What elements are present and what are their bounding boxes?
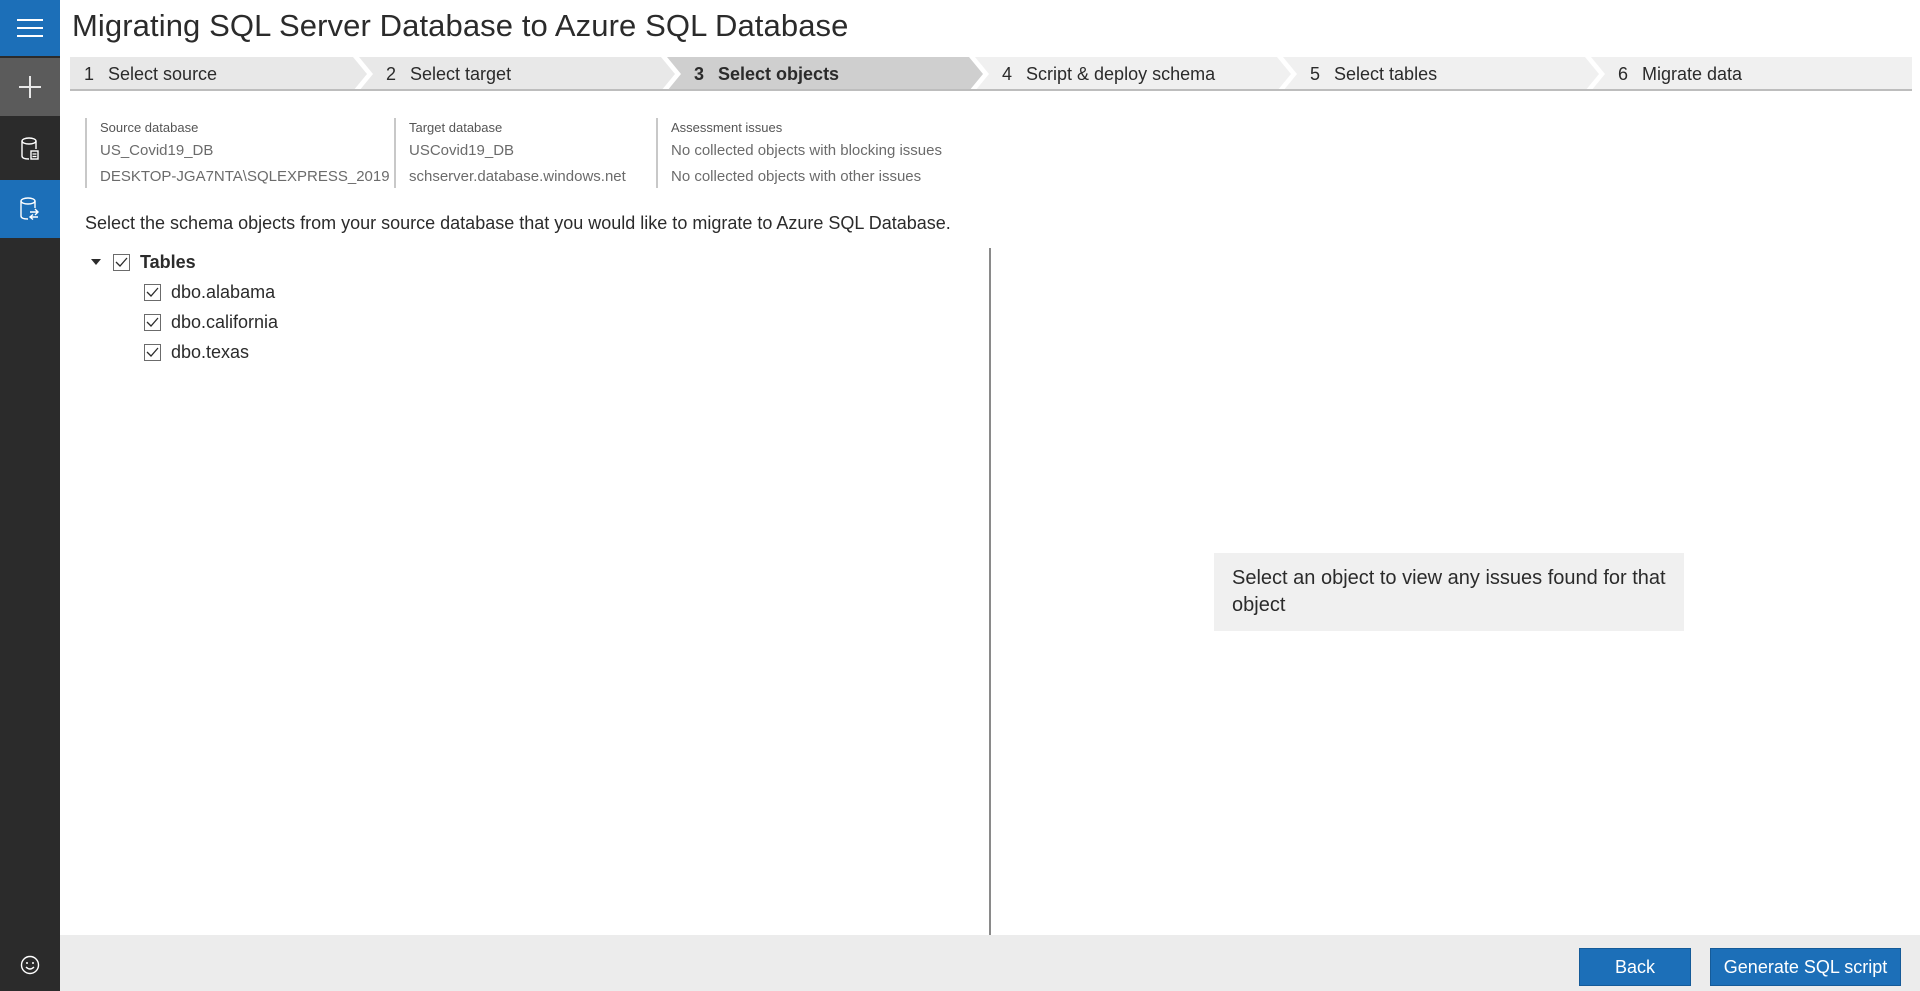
new-project-button[interactable] [0,58,60,116]
menu-icon [17,19,43,37]
target-database-info: Target database USCovid19_DB schserver.d… [394,118,626,188]
tree-item-label[interactable]: dbo.alabama [171,282,275,303]
step-label: Select objects [718,63,840,84]
object-issues-placeholder: Select an object to view any issues foun… [1214,553,1684,631]
tree-item: dbo.alabama [144,279,275,305]
step-number: 1 [84,63,95,84]
step-select-source[interactable]: 1 Select source [84,57,217,91]
assessment-project-button[interactable] [0,120,60,178]
step-number: 6 [1618,63,1629,84]
tree-node-label: Tables [140,251,196,272]
tree-item-label[interactable]: dbo.texas [171,342,249,363]
step-label: Select target [410,63,512,84]
migration-project-button[interactable] [0,180,60,238]
step-label: Migrate data [1642,63,1743,84]
migration-icon [20,197,39,221]
source-database-label: Source database [100,120,199,135]
table-checkbox[interactable] [144,343,161,361]
assessment-issues-label: Assessment issues [671,120,783,135]
tree-item: dbo.texas [144,339,249,365]
source-database-info: Source database US_Covid19_DB DESKTOP-JG… [85,118,390,188]
step-label: Script & deploy schema [1026,63,1216,84]
left-navigation-rail [0,0,60,991]
blocking-issues-text: No collected objects with blocking issue… [671,142,942,159]
tree-node-tables: Tables [89,249,196,275]
table-checkbox[interactable] [144,283,161,301]
source-server-name: DESKTOP-JGA7NTA\SQLEXPRESS_2019 [100,168,390,185]
step-number: 4 [1002,63,1013,84]
feedback-button[interactable] [0,940,60,990]
checkmark-icon [115,257,128,267]
page-title: Migrating SQL Server Database to Azure S… [72,8,849,43]
target-server-name: schserver.database.windows.net [409,168,626,185]
step-label: Select source [108,63,218,84]
step-script-deploy-schema[interactable]: 4 Script & deploy schema [1002,57,1215,91]
target-database-name: USCovid19_DB [409,142,515,159]
step-label: Select tables [1334,63,1438,84]
step-select-objects[interactable]: 3 Select objects [694,57,839,91]
pane-splitter[interactable] [989,248,991,935]
tree-item: dbo.california [144,309,278,335]
database-icon [21,137,39,160]
instruction-text: Select the schema objects from your sour… [85,213,951,233]
target-database-label: Target database [409,120,503,135]
checkmark-icon [146,287,159,297]
table-checkbox[interactable] [144,313,161,331]
step-number: 2 [386,63,397,84]
checkmark-icon [146,317,159,327]
menu-button[interactable] [0,0,60,56]
assessment-issues-info: Assessment issues No collected objects w… [656,118,942,188]
source-database-name: US_Covid19_DB [100,142,214,159]
back-button[interactable]: Back [1579,948,1691,986]
step-number: 5 [1310,63,1321,84]
plus-icon [19,76,41,98]
step-select-tables[interactable]: 5 Select tables [1310,57,1437,91]
expand-collapse-caret-icon[interactable] [89,255,103,269]
tables-checkbox[interactable] [113,253,130,271]
step-select-target[interactable]: 2 Select target [386,57,511,91]
generate-sql-script-button[interactable]: Generate SQL script [1710,948,1901,986]
smiley-icon [20,955,40,975]
tree-item-label[interactable]: dbo.california [171,312,278,333]
step-migrate-data[interactable]: 6 Migrate data [1618,57,1742,91]
checkmark-icon [146,347,159,357]
wizard-steps: 1 Select source 2 Select target 3 Select… [70,57,1912,91]
other-issues-text: No collected objects with other issues [671,168,922,185]
step-number: 3 [694,63,705,84]
